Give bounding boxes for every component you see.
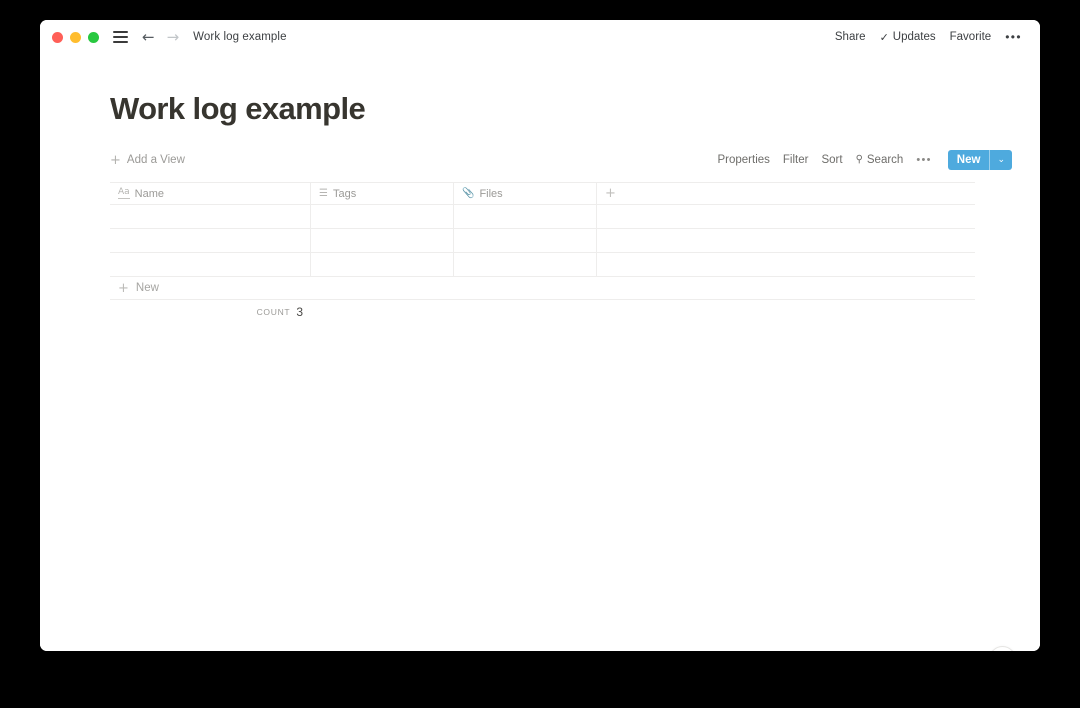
app-window: ← → Work log example Share ✓ Updates Fav…	[40, 20, 1040, 651]
new-button-label: New	[956, 154, 981, 167]
maximize-window-button[interactable]	[88, 31, 99, 43]
cell-name[interactable]	[110, 253, 311, 277]
filter-button[interactable]: Filter	[783, 154, 809, 166]
window-title: Work log example	[193, 31, 287, 43]
check-icon: ✓	[879, 30, 889, 44]
cell-empty	[597, 205, 975, 228]
minimize-window-button[interactable]	[70, 31, 81, 43]
back-arrow-icon[interactable]: ←	[142, 29, 155, 45]
cell-files[interactable]	[454, 253, 597, 277]
hamburger-line	[113, 41, 128, 43]
hamburger-menu-icon[interactable]	[113, 31, 128, 43]
window-titlebar: ← → Work log example Share ✓ Updates Fav…	[40, 20, 1040, 54]
close-window-button[interactable]	[52, 31, 63, 43]
count-summary[interactable]: Count 3	[110, 300, 311, 324]
column-header-name-label: Name	[134, 187, 165, 200]
share-button[interactable]: Share	[835, 31, 866, 43]
table-header-row: Aa Name ☰ Tags 📎 Files +	[110, 183, 975, 206]
desktop-background: ← → Work log example Share ✓ Updates Fav…	[0, 0, 1080, 708]
column-header-tags-label: Tags	[332, 187, 357, 200]
database-table: Aa Name ☰ Tags 📎 Files + + New COUNT 3	[110, 182, 975, 324]
view-actions: Properties Filter Sort ⚲ Search ••• New …	[717, 150, 1012, 171]
cell-empty	[597, 253, 975, 276]
updates-label: Updates	[892, 31, 936, 43]
cell-tags[interactable]	[311, 205, 454, 229]
column-header-tags[interactable]: ☰ Tags	[311, 183, 454, 205]
search-button[interactable]: ⚲ Search	[856, 154, 904, 166]
new-row-label: New	[135, 282, 159, 295]
view-toolbar: + Add a View Properties Filter Sort ⚲ Se…	[110, 149, 1012, 171]
add-column-button[interactable]: +	[597, 183, 975, 204]
forward-arrow-icon[interactable]: →	[167, 29, 180, 45]
table-row[interactable]	[110, 205, 975, 230]
chevron-down-icon[interactable]: ⌄	[990, 150, 1012, 170]
multiselect-icon: ☰	[319, 187, 328, 199]
plus-icon: +	[118, 280, 129, 296]
paperclip-icon: 📎	[462, 187, 475, 199]
favorite-button[interactable]: Favorite	[950, 31, 992, 43]
add-view-label: Add a View	[126, 154, 185, 167]
properties-button[interactable]: Properties	[717, 154, 769, 166]
table-row[interactable]	[110, 229, 975, 254]
search-icon: ⚲	[855, 154, 863, 166]
cell-name[interactable]	[110, 229, 311, 253]
hamburger-line	[113, 31, 128, 33]
cell-tags[interactable]	[311, 253, 454, 277]
column-header-files[interactable]: 📎 Files	[454, 183, 597, 205]
table-footer: Count 3	[110, 300, 975, 324]
hamburger-line	[113, 36, 128, 38]
view-more-options-icon[interactable]: •••	[916, 154, 931, 166]
navigation-arrows: ← →	[142, 29, 180, 45]
search-label: Search	[866, 154, 904, 167]
cell-files[interactable]	[454, 229, 597, 253]
column-header-files-label: Files	[479, 187, 503, 200]
cell-files[interactable]	[454, 205, 597, 229]
column-header-name[interactable]: Aa Name	[110, 183, 311, 205]
cell-empty	[597, 229, 975, 252]
add-view-button[interactable]: + Add a View	[110, 154, 185, 167]
help-button[interactable]: ?	[989, 646, 1016, 651]
cell-name[interactable]	[110, 205, 311, 229]
count-label: Count	[256, 307, 291, 318]
more-options-icon[interactable]: •••	[1005, 31, 1022, 43]
text-type-icon: Aa	[118, 187, 130, 200]
sort-button[interactable]: Sort	[821, 154, 842, 166]
page-title: Work log example	[110, 91, 366, 126]
table-row[interactable]	[110, 253, 975, 278]
plus-icon: +	[605, 186, 616, 202]
count-value: 3	[296, 305, 303, 320]
traffic-lights	[52, 31, 99, 43]
new-button[interactable]: New ⌄	[947, 150, 1012, 171]
page-content: Work log example + Add a View Properties…	[40, 91, 1040, 651]
updates-button[interactable]: ✓ Updates	[880, 31, 936, 43]
new-row-button[interactable]: + New	[110, 277, 975, 301]
titlebar-actions: Share ✓ Updates Favorite •••	[835, 31, 1022, 43]
cell-tags[interactable]	[311, 229, 454, 253]
plus-icon: +	[110, 152, 121, 168]
